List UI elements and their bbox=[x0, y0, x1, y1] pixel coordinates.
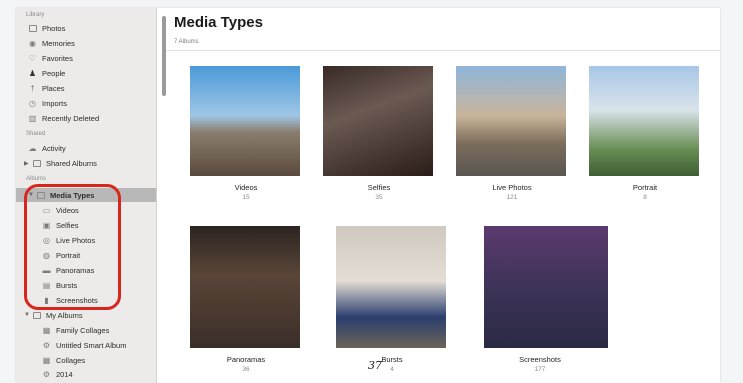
album-item-count: 15 bbox=[242, 194, 250, 201]
album-item-count: 8 bbox=[643, 194, 647, 201]
album-thumbnail[interactable] bbox=[336, 226, 446, 348]
album-name: Bursts bbox=[381, 355, 403, 364]
album-tile-screenshots[interactable]: Screenshots 177 bbox=[484, 226, 608, 373]
album-name: Portrait bbox=[632, 183, 658, 192]
sidebar-item-family-collages[interactable]: ▦ Family Collages bbox=[42, 323, 156, 337]
sidebar-item-recently-deleted[interactable]: ▥ Recently Deleted bbox=[28, 111, 156, 125]
divider bbox=[166, 50, 720, 51]
album-thumbnail[interactable] bbox=[589, 66, 699, 176]
sidebar-item-label: Recently Deleted bbox=[42, 113, 100, 123]
album-tile-live-photos[interactable]: Live Photos 121 bbox=[456, 66, 568, 201]
shared-heading: Shared bbox=[26, 131, 46, 137]
sidebar-item-label: Memories bbox=[42, 38, 75, 48]
photos-window: Library Photos ◉ Memories ♡ Favorites ♟ … bbox=[16, 8, 720, 383]
sidebar-item-label: Activity bbox=[42, 143, 66, 153]
sidebar-item-label: My Albums bbox=[46, 310, 83, 320]
sidebar-item-label: Places bbox=[42, 83, 65, 93]
sidebar-item-label: Imports bbox=[42, 98, 68, 108]
album-name: Panoramas bbox=[226, 355, 266, 364]
album-icon: ▦ bbox=[42, 325, 51, 335]
album-name: Videos bbox=[234, 183, 258, 192]
album-count: 7 Albums bbox=[174, 39, 199, 45]
clock-icon: ◷ bbox=[29, 98, 36, 108]
smart-album-icon: ⚙ bbox=[42, 340, 51, 350]
sidebar-item-2014[interactable]: ⚙ 2014 bbox=[42, 367, 156, 381]
cloud-icon: ☁ bbox=[28, 143, 37, 153]
sidebar-item-label: Collages bbox=[56, 355, 86, 365]
smart-album-icon: ⚙ bbox=[42, 369, 51, 379]
main-content: Media Types 7 Albums Videos 15 Selfies 3… bbox=[166, 8, 720, 383]
album-name: Screenshots bbox=[519, 355, 561, 364]
library-heading: Library bbox=[26, 12, 45, 18]
folder-icon bbox=[32, 159, 41, 168]
album-item-count: 177 bbox=[534, 366, 546, 373]
album-thumbnail[interactable] bbox=[190, 66, 300, 176]
sidebar-item-imports[interactable]: ◷ Imports bbox=[28, 96, 156, 110]
sidebar-item-my-albums[interactable]: ▼ My Albums bbox=[24, 308, 152, 322]
album-name: Selfies bbox=[367, 183, 391, 192]
album-name: Live Photos bbox=[492, 183, 532, 192]
sidebar-item-label: Favorites bbox=[42, 53, 73, 63]
heart-icon: ♡ bbox=[28, 53, 37, 63]
album-item-count: 4 bbox=[390, 366, 394, 373]
album-tile-portrait[interactable]: Portrait 8 bbox=[589, 66, 701, 201]
sidebar-item-label: 2014 bbox=[56, 369, 73, 379]
highlight-annotation bbox=[24, 184, 121, 310]
sidebar-item-label: Untitled Smart Album bbox=[56, 340, 127, 350]
album-thumbnail[interactable] bbox=[190, 226, 300, 348]
album-tile-videos[interactable]: Videos 15 bbox=[190, 66, 302, 201]
disclosure-down-icon[interactable]: ▼ bbox=[24, 312, 30, 318]
album-item-count: 35 bbox=[375, 194, 383, 201]
album-thumbnail[interactable] bbox=[456, 66, 566, 176]
page-title: Media Types bbox=[174, 14, 263, 31]
folder-icon bbox=[32, 311, 41, 320]
album-tile-panoramas[interactable]: Panoramas 36 bbox=[190, 226, 302, 373]
sidebar-item-label: People bbox=[42, 68, 66, 78]
sidebar: Library Photos ◉ Memories ♡ Favorites ♟ … bbox=[16, 8, 157, 383]
handwritten-annotation: 37 bbox=[368, 359, 382, 372]
sidebar-item-favorites[interactable]: ♡ Favorites bbox=[28, 51, 156, 65]
person-icon: ♟ bbox=[28, 68, 37, 78]
album-icon: ▦ bbox=[42, 355, 51, 365]
album-thumbnail[interactable] bbox=[323, 66, 433, 176]
sidebar-item-untitled-smart-album[interactable]: ⚙ Untitled Smart Album bbox=[42, 338, 156, 352]
memories-icon: ◉ bbox=[29, 38, 36, 48]
pin-icon: † bbox=[30, 83, 35, 93]
trash-icon: ▥ bbox=[28, 113, 37, 123]
sidebar-item-label: Family Collages bbox=[56, 325, 110, 335]
album-tile-bursts[interactable]: Bursts 4 bbox=[336, 226, 448, 373]
album-item-count: 121 bbox=[506, 194, 518, 201]
photos-icon bbox=[28, 24, 37, 33]
album-item-count: 36 bbox=[242, 366, 250, 373]
sidebar-item-label: Shared Albums bbox=[46, 158, 97, 168]
sidebar-item-photos[interactable]: Photos bbox=[28, 21, 156, 35]
sidebar-item-shared-albums[interactable]: ▶ Shared Albums bbox=[24, 156, 152, 170]
sidebar-item-places[interactable]: † Places bbox=[28, 81, 156, 95]
album-tile-selfies[interactable]: Selfies 35 bbox=[323, 66, 435, 201]
sidebar-item-label: Photos bbox=[42, 23, 66, 33]
disclosure-right-icon[interactable]: ▶ bbox=[24, 160, 29, 167]
sidebar-item-activity[interactable]: ☁ Activity bbox=[28, 141, 156, 155]
sidebar-item-people[interactable]: ♟ People bbox=[28, 66, 156, 80]
albums-heading: Albums bbox=[26, 176, 47, 182]
sidebar-item-collages[interactable]: ▦ Collages bbox=[42, 353, 156, 367]
album-thumbnail[interactable] bbox=[484, 226, 608, 348]
sidebar-item-memories[interactable]: ◉ Memories bbox=[28, 36, 156, 50]
